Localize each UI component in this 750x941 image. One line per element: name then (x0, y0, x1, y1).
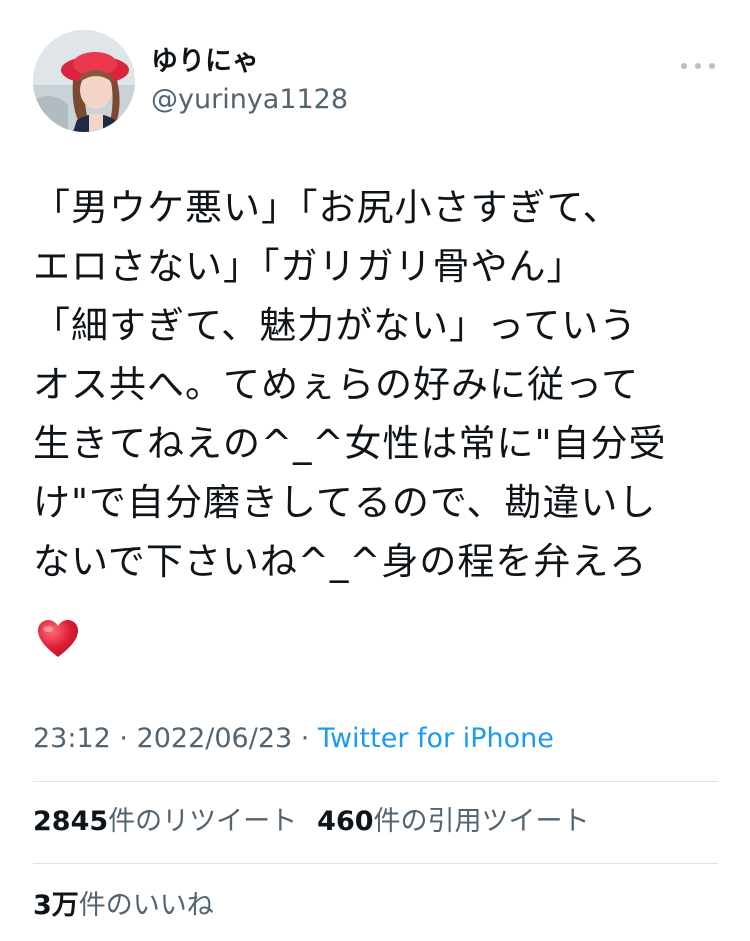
tweet-line: 生きてねえの^_^女性は常に"自分受 (33, 422, 667, 465)
engagement-stats: 2845件のリツイート 460件の引用ツイート (33, 805, 590, 839)
likes-stat[interactable]: 3万件のいいね (33, 889, 214, 923)
display-name[interactable]: ゆりにゃ (151, 46, 348, 78)
tweet-source-link[interactable]: Twitter for iPhone (318, 723, 554, 754)
tweet-line: エロさない」「ガリガリ骨やん」 (33, 245, 585, 288)
user-names: ゆりにゃ @yurinya1128 (151, 46, 348, 116)
retweets-stat[interactable]: 2845件のリツイート (33, 805, 297, 839)
avatar[interactable] (33, 30, 135, 132)
dot-icon (695, 63, 701, 69)
tweet-line: ないで下さいね^_^身の程を弁えろ (33, 540, 648, 583)
more-options-icon[interactable] (681, 56, 715, 76)
tweet-line: け"で自分磨きしてるので、勘違いし (33, 481, 657, 524)
meta-separator: · (292, 723, 318, 754)
tweet-time[interactable]: 23:12 (33, 723, 111, 754)
tweet-text: 「男ウケ悪い」「お尻小さすぎて、 エロさない」「ガリガリ骨やん」 「細すぎて、魅… (33, 178, 723, 591)
heart-emoji-icon (38, 620, 78, 657)
tweet-line: 「男ウケ悪い」「お尻小さすぎて、 (33, 186, 621, 229)
likes-count: 3万 (33, 890, 79, 921)
tweet-header: ゆりにゃ @yurinya1128 (33, 30, 723, 134)
tweet-line: オス共へ。てめぇらの好みに従って (33, 363, 640, 406)
divider (33, 863, 718, 864)
retweets-count: 2845 (33, 806, 109, 837)
dot-icon (709, 63, 715, 69)
tweet-date[interactable]: 2022/06/23 (137, 723, 293, 754)
quotes-label: 件の引用ツイート (373, 806, 590, 837)
divider (33, 781, 718, 782)
tweet-line: 「細すぎて、魅力がない」っていう (33, 304, 638, 347)
likes-label: 件のいいね (78, 890, 214, 921)
tweet-meta: 23:12 · 2022/06/23 · Twitter for iPhone (33, 722, 554, 756)
avatar-photo (33, 30, 135, 132)
retweets-label: 件のリツイート (108, 806, 298, 837)
meta-separator: · (110, 723, 137, 754)
likes-stats: 3万件のいいね (33, 889, 214, 923)
user-handle[interactable]: @yurinya1128 (151, 84, 348, 116)
quotes-count: 460 (317, 806, 374, 837)
quotes-stat[interactable]: 460件の引用ツイート (317, 805, 589, 839)
dot-icon (681, 63, 687, 69)
